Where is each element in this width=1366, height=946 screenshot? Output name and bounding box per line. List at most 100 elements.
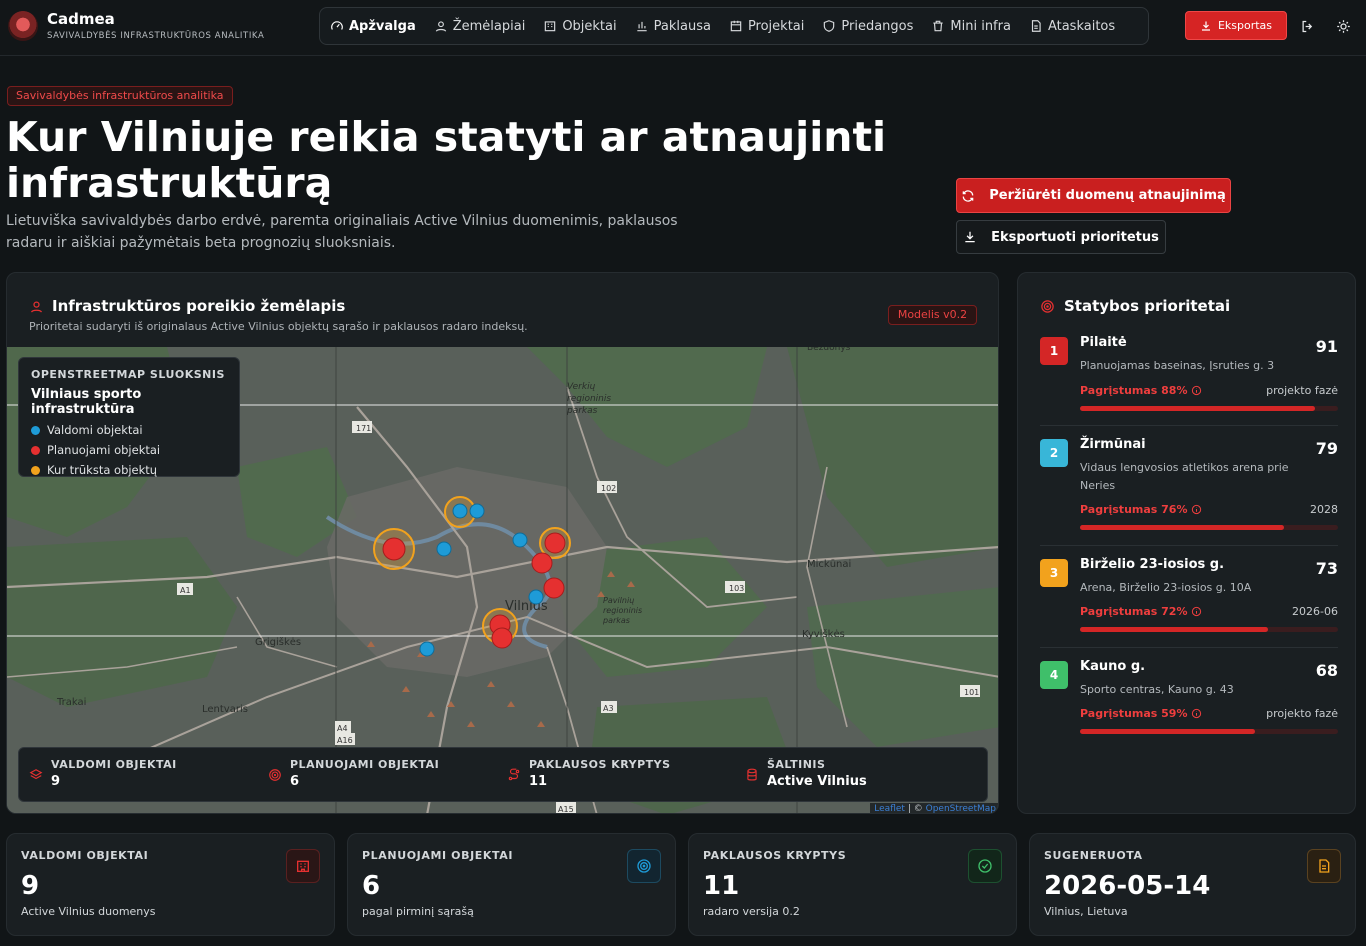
nav-item-objektai[interactable]: Objektai — [543, 18, 617, 34]
priority-item[interactable]: 2 Žirmūnai 79 Vidaus lengvosios atletiko… — [1040, 437, 1338, 537]
rank-badge: 4 — [1040, 661, 1068, 689]
nav-item-apzvalga[interactable]: Apžvalga — [330, 19, 416, 34]
map-stat-label: PLANUOJAMI OBJEKTAI — [290, 758, 440, 771]
priority-score: 68 — [1315, 661, 1338, 680]
leaflet-link[interactable]: Leaflet — [874, 804, 905, 813]
legend-title: Vilniaus sporto infrastruktūra — [31, 387, 142, 417]
legend-item: Kur trūksta objektų — [31, 463, 227, 477]
brand-name: Cadmea — [47, 10, 115, 28]
divider — [1040, 647, 1338, 648]
rank-badge: 2 — [1040, 439, 1068, 467]
priority-bar-fill — [1080, 627, 1269, 632]
map-card-title: Infrastruktūros poreikio žemėlapis — [29, 297, 345, 315]
stat-note: Active Vilnius duomenys — [21, 905, 156, 918]
priority-bar-fill — [1080, 729, 1256, 734]
stat-label: PAKLAUSOS KRYPTYS — [703, 849, 847, 862]
priority-confidence: Pagrįstumas 88% — [1080, 384, 1202, 397]
priority-bar-fill — [1080, 525, 1284, 530]
gauge-icon — [331, 21, 343, 30]
priority-phase: 2026-06 — [1292, 605, 1338, 618]
map-stat: PLANUOJAMI OBJEKTAI 6 — [268, 758, 439, 789]
map-stats-bar: VALDOMI OBJEKTAI 9 PLANUOJAMI OBJEKTAI 6 P… — [18, 747, 988, 802]
priorities-title: Statybos prioritetai — [1040, 297, 1230, 315]
legend-label: Kur trūksta objektų — [47, 463, 158, 477]
map-canvas[interactable]: 171 102 103 A1 A4 A16 A3 101 A15 Vilnius… — [7, 347, 998, 814]
stat-label: VALDOMI OBJEKTAI — [21, 849, 149, 862]
sun-icon[interactable] — [1334, 17, 1352, 35]
shield-icon — [824, 20, 835, 32]
attribution-copyright: © — [913, 804, 923, 814]
export-priorities-button[interactable]: Eksportuoti prioritetus — [956, 220, 1166, 254]
map-stat-value: 6 — [290, 774, 300, 789]
info-icon — [1191, 606, 1201, 617]
stat-label: PLANUOJAMI OBJEKTAI — [362, 849, 514, 862]
nav-label: Apžvalga — [349, 18, 416, 34]
legend-dot — [31, 465, 40, 475]
priorities-title-text: Statybos prioritetai — [1064, 297, 1231, 315]
legend-item: Valdomi objektai — [31, 423, 227, 437]
download-icon — [1201, 21, 1210, 31]
nav-item-mini-infra[interactable]: Mini infra — [931, 19, 1011, 34]
map-pin-icon — [435, 21, 446, 32]
map-stat-label: PAKLAUSOS KRYPTYS — [529, 758, 671, 771]
export-button[interactable]: Eksportas — [1185, 11, 1287, 40]
priority-score: 91 — [1315, 337, 1338, 356]
priority-confidence: Pagrįstumas 72% — [1080, 605, 1202, 618]
nav-item-priedangos[interactable]: Priedangos — [822, 19, 913, 34]
priority-confidence: Pagrįstumas 76% — [1080, 503, 1202, 516]
legend-label: Planuojami objektai — [47, 443, 161, 457]
nav-item-projektai[interactable]: Projektai — [729, 19, 804, 34]
priority-confidence: Pagrįstumas 59% — [1080, 707, 1202, 720]
rank-badge: 3 — [1040, 559, 1068, 587]
building-icon — [545, 21, 556, 32]
priority-bar — [1080, 406, 1338, 411]
legend-item: Planuojami objektai — [31, 443, 227, 457]
view-data-update-button[interactable]: Peržiūrėti duomenų atnaujinimą — [956, 178, 1231, 213]
export-label: Eksportas — [1217, 19, 1273, 32]
building-icon — [286, 849, 320, 883]
priority-meta: Pagrįstumas 59% projekto fazė — [1080, 707, 1338, 720]
priority-score: 73 — [1315, 559, 1338, 578]
map-card-title-text: Infrastruktūros poreikio žemėlapis — [52, 297, 346, 315]
nav-item-zemelapiai[interactable]: Žemėlapiai — [434, 18, 526, 34]
rank-badge: 1 — [1040, 337, 1068, 365]
nav-label: Priedangos — [841, 18, 914, 34]
refresh-icon — [962, 189, 974, 202]
map-card: Infrastruktūros poreikio žemėlapis Prior… — [6, 272, 999, 814]
logo-icon — [8, 10, 38, 41]
nav-item-paklausa[interactable]: Paklausa — [635, 19, 711, 34]
info-icon — [1191, 708, 1201, 719]
priority-bar — [1080, 627, 1338, 632]
confidence-label: Pagrįstumas 88% — [1080, 384, 1188, 397]
nav-label: Objektai — [562, 18, 617, 34]
priority-description: Sporto centras, Kauno g. 43 — [1080, 683, 1234, 696]
priority-meta: Pagrįstumas 88% projekto fazė — [1080, 384, 1338, 397]
priority-item[interactable]: 1 Pilaitė 91 Planuojamas baseinas, Įsrut… — [1040, 335, 1338, 415]
route-icon — [508, 768, 520, 781]
priority-score: 79 — [1315, 439, 1338, 458]
calendar-icon — [730, 20, 742, 32]
priority-name: Birželio 23-iosios g. — [1080, 557, 1225, 572]
stat-note: pagal pirminį sąrašą — [362, 905, 474, 918]
priority-description: Arena, Birželio 23-iosios g. 10A — [1080, 581, 1252, 594]
priority-phase: projekto fazė — [1266, 707, 1338, 720]
map-stat-value: Active Vilnius — [767, 774, 867, 789]
download-icon — [965, 231, 975, 243]
nav-label: Žemėlapiai — [452, 18, 526, 34]
nav-item-ataskaitos[interactable]: Ataskaitos — [1029, 19, 1115, 34]
legend-label: Valdomi objektai — [47, 423, 143, 437]
map-legend: OPENSTREETMAP SLUOKSNIS Vilniaus sporto … — [18, 357, 240, 477]
logout-icon[interactable] — [1298, 17, 1316, 35]
legend-heading: OPENSTREETMAP SLUOKSNIS — [31, 368, 225, 381]
brand[interactable]: Cadmea SAVIVALDYBĖS INFRASTRUKTŪROS ANAL… — [8, 10, 264, 41]
brand-subtitle: SAVIVALDYBĖS INFRASTRUKTŪROS ANALITIKA — [47, 31, 265, 41]
priority-item[interactable]: 3 Birželio 23-iosios g. 73 Arena, Biržel… — [1040, 557, 1338, 637]
bar-chart-icon — [636, 21, 647, 32]
file-icon — [1031, 20, 1041, 32]
map-card-subtitle: Prioritetai sudaryti iš originalaus Acti… — [29, 320, 528, 333]
file-icon — [1307, 849, 1341, 883]
priority-item[interactable]: 4 Kauno g. 68 Sporto centras, Kauno g. 4… — [1040, 659, 1338, 739]
map-stat: PAKLAUSOS KRYPTYS 11 — [507, 758, 671, 789]
osm-link[interactable]: OpenStreetMap — [926, 804, 996, 813]
divider — [1040, 545, 1338, 546]
